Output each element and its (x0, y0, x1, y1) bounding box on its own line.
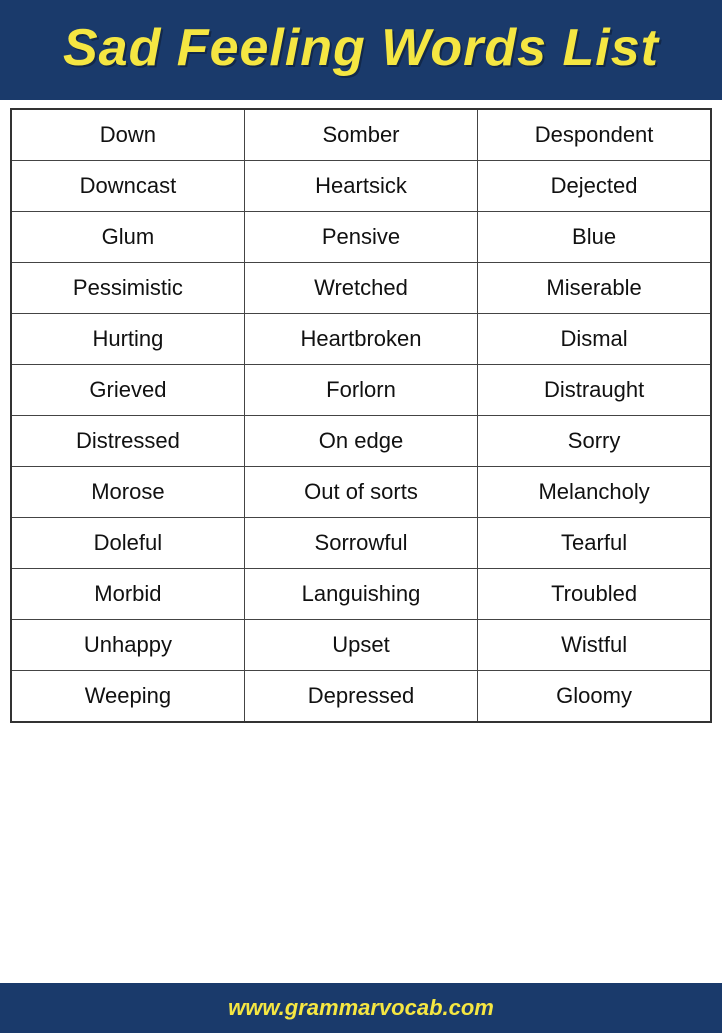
table-cell: Languishing (244, 569, 477, 620)
table-row: DowncastHeartsickDejected (11, 161, 711, 212)
table-row: UnhappyUpsetWistful (11, 620, 711, 671)
table-cell: Sorry (478, 416, 711, 467)
table-row: DolefulSorrowfulTearful (11, 518, 711, 569)
table-cell: Glum (11, 212, 244, 263)
table-cell: Unhappy (11, 620, 244, 671)
table-row: WeepingDepressedGloomy (11, 671, 711, 723)
table-cell: Depressed (244, 671, 477, 723)
table-cell: Morose (11, 467, 244, 518)
table-cell: Somber (244, 109, 477, 161)
table-cell: Distressed (11, 416, 244, 467)
table-cell: On edge (244, 416, 477, 467)
table-cell: Troubled (478, 569, 711, 620)
table-cell: Upset (244, 620, 477, 671)
table-cell: Out of sorts (244, 467, 477, 518)
table-cell: Miserable (478, 263, 711, 314)
table-cell: Pessimistic (11, 263, 244, 314)
table-cell: Tearful (478, 518, 711, 569)
table-cell: Dismal (478, 314, 711, 365)
table-cell: Pensive (244, 212, 477, 263)
table-row: MorbidLanguishingTroubled (11, 569, 711, 620)
table-row: GlumPensiveBlue (11, 212, 711, 263)
table-cell: Heartsick (244, 161, 477, 212)
table-cell: Distraught (478, 365, 711, 416)
table-row: DistressedOn edgeSorry (11, 416, 711, 467)
table-cell: Weeping (11, 671, 244, 723)
table-row: PessimisticWretchedMiserable (11, 263, 711, 314)
table-cell: Morbid (11, 569, 244, 620)
table-row: MoroseOut of sortsMelancholy (11, 467, 711, 518)
table-cell: Blue (478, 212, 711, 263)
table-cell: Down (11, 109, 244, 161)
footer-url: www.grammarvocab.com (228, 995, 494, 1020)
table-cell: Doleful (11, 518, 244, 569)
table-cell: Sorrowful (244, 518, 477, 569)
table-cell: Forlorn (244, 365, 477, 416)
page-title: Sad Feeling Words List (63, 19, 659, 77)
table-cell: Wretched (244, 263, 477, 314)
table-row: HurtingHeartbrokenDismal (11, 314, 711, 365)
table-row: DownSomberDespondent (11, 109, 711, 161)
table-cell: Melancholy (478, 467, 711, 518)
table-cell: Heartbroken (244, 314, 477, 365)
table-cell: Dejected (478, 161, 711, 212)
page-header: Sad Feeling Words List (0, 0, 722, 100)
words-table: DownSomberDespondentDowncastHeartsickDej… (10, 108, 712, 723)
table-cell: Gloomy (478, 671, 711, 723)
table-cell: Downcast (11, 161, 244, 212)
table-row: GrievedForlornDistraught (11, 365, 711, 416)
table-cell: Grieved (11, 365, 244, 416)
table-container: DownSomberDespondentDowncastHeartsickDej… (0, 100, 722, 983)
table-cell: Hurting (11, 314, 244, 365)
page-footer: www.grammarvocab.com (0, 983, 722, 1033)
table-cell: Wistful (478, 620, 711, 671)
table-cell: Despondent (478, 109, 711, 161)
